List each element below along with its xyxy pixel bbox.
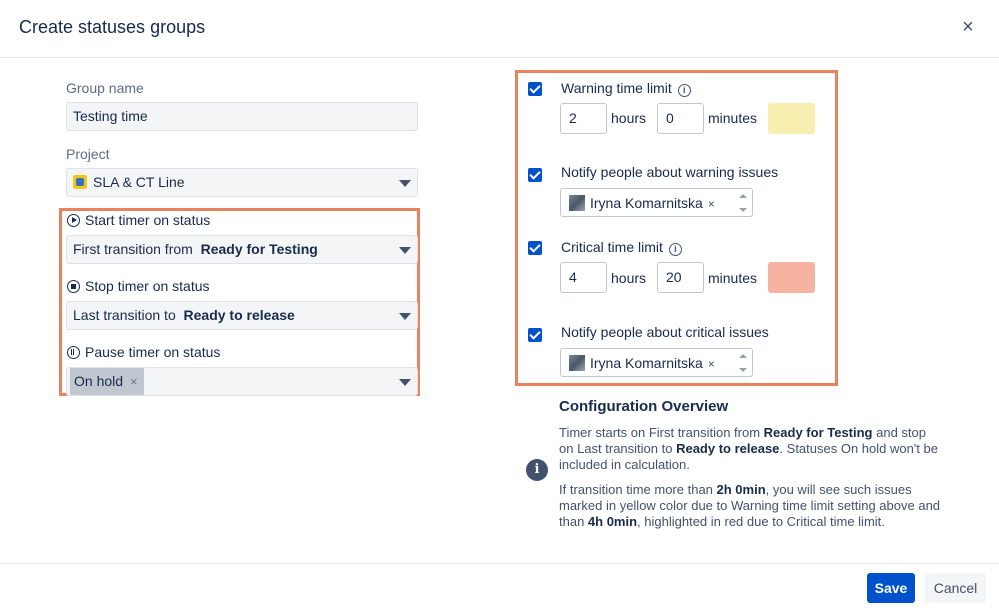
remove-chip-icon[interactable]: ×: [130, 374, 138, 389]
status-chip: On hold ×: [70, 368, 144, 395]
chevron-down-icon: [399, 247, 411, 254]
critical-minutes-input[interactable]: 20: [657, 262, 704, 293]
critical-minutes-unit: minutes: [708, 270, 758, 286]
project-select[interactable]: SLA & CT Line: [66, 168, 418, 197]
overview-text: If transition time more than: [559, 482, 717, 497]
user-chip: Iryna Komarnitska ×: [569, 194, 715, 212]
overview-title: Configuration Overview: [559, 398, 729, 415]
pause-timer-label-text: Pause timer on status: [85, 344, 221, 360]
group-name-input[interactable]: Testing time: [66, 102, 418, 131]
info-icon: i: [526, 459, 548, 481]
stop-timer-select[interactable]: Last transition to Ready to release: [66, 301, 418, 330]
warning-color-swatch[interactable]: [768, 103, 815, 134]
overview-text: Timer starts on First transition from: [559, 425, 764, 440]
dialog-header: Create statuses groups ×: [0, 0, 999, 58]
chevron-down-icon: [399, 313, 411, 320]
avatar: [569, 195, 585, 211]
chevron-down-icon: [399, 379, 411, 386]
remove-user-icon[interactable]: ×: [708, 197, 715, 211]
play-icon: [67, 214, 80, 227]
remove-user-icon[interactable]: ×: [708, 357, 715, 371]
start-timer-select[interactable]: First transition from Ready for Testing: [66, 235, 418, 264]
pause-timer-select[interactable]: On hold ×: [66, 367, 418, 396]
overview-bold: 4h 0min: [587, 514, 638, 529]
save-button[interactable]: Save: [867, 573, 915, 603]
notify-critical-checkbox[interactable]: [528, 328, 542, 342]
pause-timer-label: Pause timer on status: [67, 344, 220, 360]
critical-hours-input[interactable]: 4: [560, 262, 607, 293]
warning-hours-input[interactable]: 2: [560, 103, 607, 134]
scroll-arrows-icon[interactable]: [739, 193, 747, 213]
critical-label: Critical time limit i: [561, 239, 682, 256]
dialog-footer: [0, 563, 999, 611]
stop-transition-prefix: Last transition to: [73, 307, 176, 323]
project-label: Project: [66, 146, 110, 162]
chevron-down-icon: [399, 180, 411, 187]
notify-critical-label: Notify people about critical issues: [561, 324, 769, 340]
overview-bold: 2h 0min: [716, 482, 766, 497]
overview-paragraph-timer: Timer starts on First transition from Re…: [559, 425, 944, 473]
notify-warning-checkbox[interactable]: [528, 168, 542, 182]
critical-label-text: Critical time limit: [561, 239, 663, 255]
pause-icon: [67, 346, 80, 359]
cancel-button[interactable]: Cancel: [925, 573, 986, 603]
stop-timer-label-text: Stop timer on status: [85, 278, 210, 294]
stop-icon: [67, 280, 80, 293]
critical-checkbox[interactable]: [528, 241, 542, 255]
critical-color-swatch[interactable]: [768, 262, 815, 293]
status-chip-label: On hold: [74, 373, 124, 389]
critical-people-select[interactable]: Iryna Komarnitska ×: [560, 348, 753, 377]
info-icon[interactable]: i: [677, 84, 691, 97]
critical-hours-unit: hours: [611, 270, 647, 286]
user-chip-name: Iryna Komarnitska: [590, 195, 703, 211]
warning-label: Warning time limit i: [561, 80, 691, 97]
project-icon: [73, 175, 87, 189]
close-icon[interactable]: ×: [957, 15, 979, 39]
notify-warning-label: Notify people about warning issues: [561, 164, 779, 180]
project-value: SLA & CT Line: [93, 174, 185, 190]
warning-minutes-input[interactable]: 0: [657, 103, 704, 134]
user-chip-name: Iryna Komarnitska: [590, 355, 703, 371]
start-timer-label: Start timer on status: [67, 212, 210, 228]
warning-minutes-unit: minutes: [708, 110, 758, 126]
stop-status: Ready to release: [183, 307, 295, 323]
start-status: Ready for Testing: [200, 241, 318, 257]
stop-timer-label: Stop timer on status: [67, 278, 210, 294]
dialog-title: Create statuses groups: [19, 17, 206, 37]
overview-bold: Ready to release: [676, 441, 780, 456]
start-timer-label-text: Start timer on status: [85, 212, 211, 228]
avatar: [569, 355, 585, 371]
warning-hours-unit: hours: [611, 110, 647, 126]
overview-paragraph-limits: If transition time more than 2h 0min, yo…: [559, 482, 944, 530]
info-icon[interactable]: i: [668, 243, 682, 256]
user-chip: Iryna Komarnitska ×: [569, 354, 715, 372]
scroll-arrows-icon[interactable]: [739, 353, 747, 373]
warning-checkbox[interactable]: [528, 82, 542, 96]
warning-people-select[interactable]: Iryna Komarnitska ×: [560, 188, 753, 217]
group-name-value: Testing time: [73, 108, 148, 124]
group-name-label: Group name: [66, 80, 144, 96]
overview-bold: Ready for Testing: [763, 425, 873, 440]
warning-label-text: Warning time limit: [561, 80, 672, 96]
overview-text: , highlighted in red due to Critical tim…: [637, 514, 885, 529]
start-transition-prefix: First transition from: [73, 241, 193, 257]
